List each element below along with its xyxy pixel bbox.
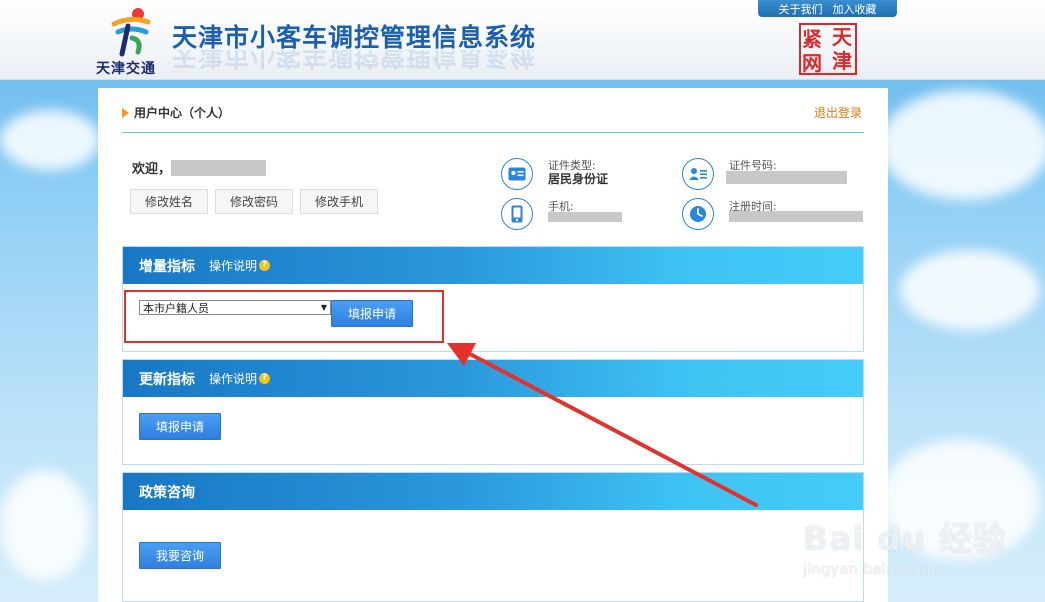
cloud-decoration [0,470,90,580]
logo-mark-icon [111,8,151,57]
policy-consult-header: 政策咨询 [123,473,863,510]
site-title-reflection: 天津市小客车调控管理信息系统 [172,50,537,71]
edit-name-button[interactable]: 修改姓名 [130,189,209,214]
svg-text:天: 天 [832,25,853,49]
renewal-help-text: 操作说明 [209,372,258,386]
cloud-decoration [880,90,1045,200]
id-type-value: 居民身份证 [548,172,609,186]
increment-quota-header: 增量指标 操作说明 ? [123,247,863,284]
annotation-highlight-box [124,290,444,343]
user-id-icon [682,158,714,190]
renewal-quota-section: 更新指标 操作说明 ? 填报申请 [122,359,864,465]
user-center-title: 用户中心（个人） [134,106,231,120]
baidu-jingyan-watermark: Bai du 经验 jingyan.baidu.com [803,512,1007,578]
about-us-link[interactable]: 关于我们 [779,1,823,17]
clock-icon [682,198,714,230]
tianjin-transport-logo[interactable]: 天津交通 [94,6,168,77]
watermark-url: jingyan.baidu.com [803,560,942,578]
id-card-icon [501,158,533,190]
consult-button[interactable]: 我要咨询 [139,542,222,569]
policy-consult-section: 政策咨询 我要咨询 [122,472,864,602]
tianjin-network-seal-icon[interactable]: 紧 天 网 津 [798,22,858,76]
watermark-main: Bai du 经验 [803,519,1007,558]
increment-help-text: 操作说明 [209,259,258,273]
logo-text: 天津交通 [96,61,156,77]
increment-help-link[interactable]: 操作说明 ? [209,257,271,274]
top-links-bar: 关于我们 加入收藏 [758,0,897,17]
masked-register-time [729,211,863,222]
renewal-apply-button[interactable]: 填报申请 [139,413,222,440]
svg-text:紧: 紧 [802,27,822,51]
user-center-panel: 用户中心（个人） 退出登录 欢迎， 修改姓名 修改密码 修改手机 证件类型: 居… [98,88,888,602]
renewal-quota-title: 更新指标 [139,371,195,388]
edit-password-button[interactable]: 修改密码 [215,189,294,214]
masked-username [171,159,267,176]
arrow-right-icon [122,107,129,118]
cloud-decoration [0,110,100,170]
masked-phone [548,212,622,222]
site-title: 天津市小客车调控管理信息系统 [172,23,537,52]
policy-consult-body: 我要咨询 [123,510,863,602]
policy-consult-title: 政策咨询 [139,484,195,501]
masked-id-number [726,171,847,184]
increment-quota-title: 增量指标 [139,258,195,275]
logout-link[interactable]: 退出登录 [814,104,862,121]
svg-text:津: 津 [832,49,852,73]
user-center-heading: 用户中心（个人） [122,104,230,121]
edit-phone-button[interactable]: 修改手机 [300,189,379,214]
svg-text:网: 网 [802,51,822,75]
divider [122,132,864,133]
question-icon: ? [259,260,271,271]
cloud-decoration [900,250,1040,330]
site-header: 天津交通 天津市小客车调控管理信息系统 天津市小客车调控管理信息系统 关于我们 … [0,0,1045,80]
mobile-phone-icon [501,198,533,230]
question-icon: ? [259,373,271,384]
welcome-label: 欢迎， [132,162,172,177]
renewal-quota-header: 更新指标 操作说明 ? [123,360,863,397]
renewal-help-link[interactable]: 操作说明 ? [209,370,271,387]
renewal-quota-body: 填报申请 [123,397,863,466]
welcome-message: 欢迎， [132,158,267,177]
add-favorite-link[interactable]: 加入收藏 [833,1,877,17]
